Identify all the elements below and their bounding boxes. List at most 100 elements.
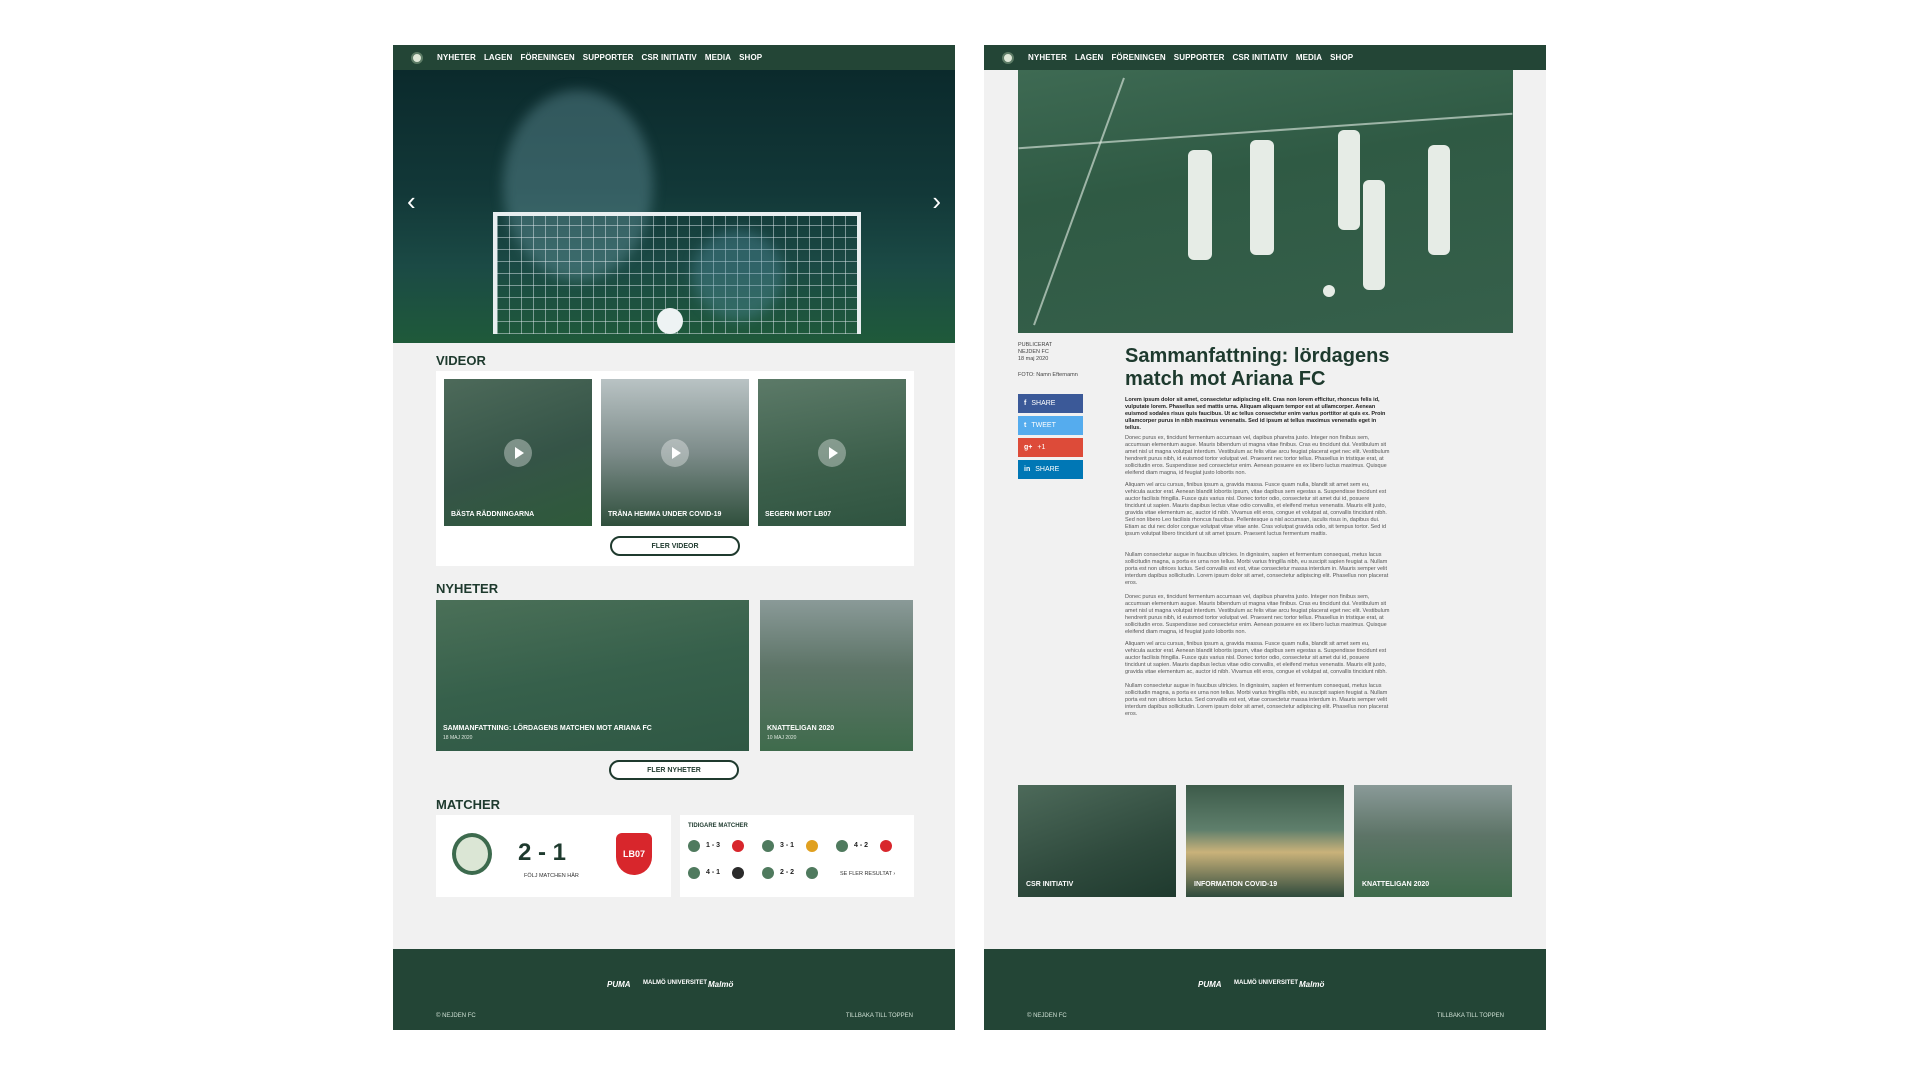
video-thumb[interactable]: BÄSTA RÄDDNINGARNA [444,379,592,526]
previous-score[interactable]: 4 - 1 [706,869,720,876]
home-page-mockup: NYHETER LAGEN FÖRENINGEN SUPPORTER CSR I… [393,45,955,1030]
facebook-share-button[interactable]: f SHARE [1018,394,1083,413]
live-match-card[interactable]: 2 - 1 FÖLJ MATCHEN HÄR LB07 [436,815,671,897]
previous-score[interactable]: 4 - 2 [854,842,868,849]
related-card[interactable]: CSR INITIATIV [1018,785,1176,897]
article-paragraph: Nullam consectetur augue in faucibus ult… [1125,683,1389,717]
sponsor-puma-logo[interactable]: PUMA [1198,980,1222,989]
video-caption: BÄSTA RÄDDNINGARNA [451,511,535,518]
video-thumb[interactable]: TRÄNA HEMMA UNDER COVID-19 [601,379,749,526]
news-card-main[interactable]: SAMMANFATTNING: LÖRDAGENS MATCHEN MOT AR… [436,600,749,751]
back-to-top-link[interactable]: TILLBAKA TILL TOPPEN [1437,1013,1504,1019]
footer: PUMA MALMÖ UNIVERSITET Malmö © NEJDEN FC… [984,949,1546,1030]
home-crest-icon [762,867,774,879]
google-plus-button[interactable]: g+ +1 [1018,438,1083,457]
player-figure [1428,145,1450,255]
footer: PUMA MALMÖ UNIVERSITET Malmö © NEJDEN FC… [393,949,955,1030]
sponsor-mau-logo[interactable]: MALMÖ UNIVERSITET [643,980,707,986]
news-card-secondary[interactable]: KNATTELIGAN 2020 10 MAJ 2020 [760,600,913,751]
previous-matches-title: TIDIGARE MATCHER [688,823,748,829]
related-caption: CSR INITIATIV [1026,881,1074,888]
more-results-link[interactable]: SE FLER RESULTAT › [840,871,895,877]
nav-item-media[interactable]: MEDIA [705,53,731,62]
previous-score[interactable]: 1 - 3 [706,842,720,849]
matches-title: MATCHER [436,797,501,812]
article-paragraph: Nullam consectetur augue in faucibus ult… [1125,552,1389,586]
nav-item-supporter[interactable]: SUPPORTER [583,53,634,62]
linkedin-icon: in [1024,466,1031,473]
facebook-icon: f [1024,400,1027,407]
more-news-button[interactable]: FLER NYHETER [609,760,739,780]
away-crest-label: LB07 [622,849,645,859]
opponent-crest-icon [806,840,818,852]
article-hero-image [1018,70,1513,333]
nav-item-lagen[interactable]: LAGEN [1075,53,1104,62]
copyright: © NEJDEN FC [1027,1013,1067,1019]
opponent-crest-icon [732,867,744,879]
back-to-top-link[interactable]: TILLBAKA TILL TOPPEN [846,1013,913,1019]
news-caption: SAMMANFATTNING: LÖRDAGENS MATCHEN MOT AR… [443,725,652,732]
related-caption: KNATTELIGAN 2020 [1362,881,1430,888]
play-icon[interactable] [818,438,846,467]
sponsor-puma-logo[interactable]: PUMA [607,980,631,989]
video-caption: SEGERN MOT LB07 [765,511,832,518]
follow-match-link[interactable]: FÖLJ MATCHEN HÄR [524,873,579,879]
opponent-crest-icon [732,840,744,852]
article-author: NEJDEN FC [1018,349,1049,355]
nav-item-media[interactable]: MEDIA [1296,53,1322,62]
home-crest-icon [836,840,848,852]
club-logo-icon[interactable] [1002,51,1014,64]
club-logo-icon[interactable] [411,51,423,64]
previous-score[interactable]: 3 - 1 [780,842,794,849]
related-caption: INFORMATION COVID-19 [1194,881,1278,888]
slider-next-icon[interactable]: › [932,188,941,214]
nav-item-nyheter[interactable]: NYHETER [1028,53,1067,62]
article-date: 18 maj 2020 [1018,356,1049,362]
sponsor-malmo-logo[interactable]: Malmö [1299,980,1324,989]
nav-item-foreningen[interactable]: FÖRENINGEN [520,53,574,62]
main-nav: NYHETER LAGEN FÖRENINGEN SUPPORTER CSR I… [984,45,1546,70]
nav-item-csr[interactable]: CSR INITIATIV [1232,53,1287,62]
related-card[interactable]: KNATTELIGAN 2020 [1354,785,1512,897]
article-paragraph: Aliquam vel arcu cursus, finibus ipsum a… [1125,641,1387,675]
hero-slider: ‹ › [393,70,955,343]
twitter-share-button[interactable]: t TWEET [1018,416,1083,435]
nav-item-foreningen[interactable]: FÖRENINGEN [1111,53,1165,62]
nav-item-supporter[interactable]: SUPPORTER [1174,53,1225,62]
sponsor-malmo-logo[interactable]: Malmö [708,980,733,989]
share-label: SHARE [1031,400,1056,407]
hero-keeper-blur [693,230,783,320]
player-figure [1188,150,1212,260]
news-date: 10 MAJ 2020 [767,735,797,741]
google-plus-icon: g+ [1024,444,1033,451]
pitch-line [1033,77,1125,326]
published-label: PUBLICERAT [1018,342,1053,348]
previous-score[interactable]: 2 - 2 [780,869,794,876]
player-figure [1250,140,1274,255]
nav-item-nyheter[interactable]: NYHETER [437,53,476,62]
home-crest-icon [688,840,700,852]
news-caption: KNATTELIGAN 2020 [767,725,835,732]
more-videos-button[interactable]: FLER VIDEOR [610,536,740,556]
main-nav: NYHETER LAGEN FÖRENINGEN SUPPORTER CSR I… [393,45,955,70]
player-figure [1338,130,1360,230]
copyright: © NEJDEN FC [436,1013,476,1019]
videos-card: BÄSTA RÄDDNINGARNA TRÄNA HEMMA UNDER COV… [436,371,914,566]
nav-item-shop[interactable]: SHOP [1330,53,1353,62]
nav-item-shop[interactable]: SHOP [739,53,762,62]
nav-item-csr[interactable]: CSR INITIATIV [641,53,696,62]
share-label: SHARE [1035,466,1060,473]
related-card[interactable]: INFORMATION COVID-19 [1186,785,1344,897]
opponent-crest-icon [880,840,892,852]
photo-credit: FOTO: Namn Efternamn [1018,372,1078,378]
linkedin-share-button[interactable]: in SHARE [1018,460,1083,479]
slider-prev-icon[interactable]: ‹ [407,188,416,214]
sponsor-mau-logo[interactable]: MALMÖ UNIVERSITET [1234,980,1298,986]
nav-item-lagen[interactable]: LAGEN [484,53,513,62]
live-score: 2 - 1 [518,839,567,866]
twitter-icon: t [1024,422,1027,429]
video-thumb[interactable]: SEGERN MOT LB07 [758,379,906,526]
play-icon[interactable] [661,438,689,467]
video-caption: TRÄNA HEMMA UNDER COVID-19 [608,511,722,518]
play-icon[interactable] [504,438,532,467]
